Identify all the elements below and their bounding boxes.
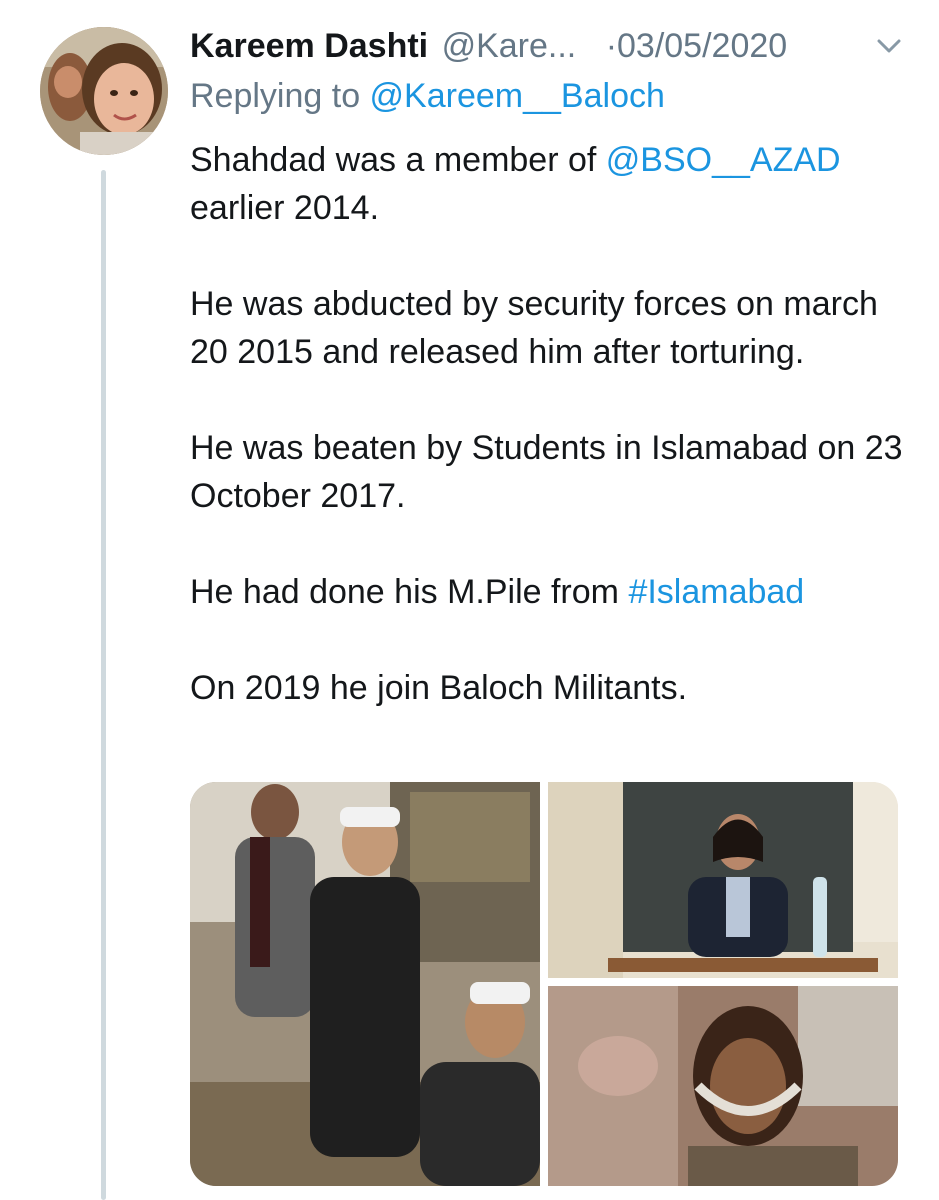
media-photo-3[interactable] <box>548 986 898 1186</box>
tweet-paragraph: He was abducted by security forces on ma… <box>190 285 878 371</box>
tweet-paragraph: He had done his M.Pile from #Islamabad <box>190 568 920 616</box>
avatar[interactable] <box>40 27 168 155</box>
tweet-paragraph: On 2019 he join Baloch Militants. <box>190 669 688 707</box>
tweet-paragraph: He was beaten by Students in Islamabad o… <box>190 429 903 515</box>
author-display-name[interactable]: Kareem Dashti <box>190 27 428 65</box>
avatar-photo <box>40 27 168 155</box>
tweet[interactable]: Kareem Dashti @Kare... ·03/05/2020 Reply… <box>0 0 939 1200</box>
tweet-text-segment: Shahdad was a member of <box>190 141 606 179</box>
hashtag-link[interactable]: #Islamabad <box>628 573 804 611</box>
media-photo-1[interactable] <box>190 782 540 1186</box>
mention-link[interactable]: @BSO__AZAD <box>606 141 841 179</box>
replying-to-line: Replying to @Kareem__Baloch <box>190 72 665 120</box>
replying-to-mention[interactable]: @Kareem__Baloch <box>370 77 665 115</box>
tweet-text: Shahdad was a member of @BSO__AZAD earli… <box>190 136 920 712</box>
tweet-text-segment: He had done his M.Pile from <box>190 573 629 611</box>
replying-to-label: Replying to <box>190 77 370 115</box>
media-photo-2[interactable] <box>548 782 898 978</box>
photo-image <box>548 986 898 1186</box>
media-grid <box>190 782 898 1186</box>
thread-line <box>101 170 106 1200</box>
tweet-text-segment: earlier 2014. <box>190 189 380 227</box>
author-handle[interactable]: @Kare... <box>442 27 577 65</box>
photo-image <box>548 782 898 978</box>
chevron-down-icon[interactable] <box>875 34 903 58</box>
photo-image <box>190 782 540 1186</box>
tweet-date[interactable]: ·03/05/2020 <box>606 27 788 65</box>
tweet-header: Kareem Dashti @Kare... ·03/05/2020 <box>190 22 910 70</box>
tweet-paragraph: Shahdad was a member of @BSO__AZAD earli… <box>190 136 920 232</box>
